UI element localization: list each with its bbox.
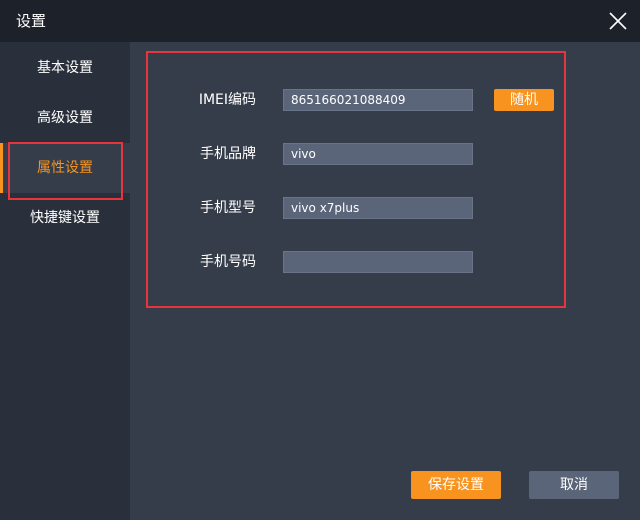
sidebar-item-basic-settings[interactable]: 基本设置 bbox=[0, 43, 130, 93]
settings-window: 设置 基本设置 高级设置 属性设置 快捷键设置 IMEI编码 随机 手机品牌 手… bbox=[0, 0, 640, 520]
sidebar-item-shortcut-settings[interactable]: 快捷键设置 bbox=[0, 193, 130, 243]
phone-brand-input[interactable] bbox=[283, 143, 473, 165]
sidebar-item-property-settings[interactable]: 属性设置 bbox=[0, 143, 130, 193]
phone-model-label: 手机型号 bbox=[200, 200, 256, 216]
imei-label: IMEI编码 bbox=[198, 92, 256, 108]
sidebar-item-advanced-settings[interactable]: 高级设置 bbox=[0, 93, 130, 143]
phone-model-input[interactable] bbox=[283, 197, 473, 219]
sidebar: 基本设置 高级设置 属性设置 快捷键设置 bbox=[0, 42, 130, 520]
phone-brand-label: 手机品牌 bbox=[200, 146, 256, 162]
random-button[interactable]: 随机 bbox=[494, 89, 554, 111]
phone-number-input[interactable] bbox=[283, 251, 473, 273]
imei-input[interactable] bbox=[283, 89, 473, 111]
close-button[interactable] bbox=[606, 9, 630, 33]
title-bar[interactable]: 设置 bbox=[0, 0, 640, 42]
save-settings-button[interactable]: 保存设置 bbox=[411, 471, 501, 499]
phone-number-label: 手机号码 bbox=[200, 254, 256, 270]
cancel-button[interactable]: 取消 bbox=[529, 471, 619, 499]
close-icon bbox=[609, 12, 627, 30]
window-title: 设置 bbox=[16, 12, 47, 30]
